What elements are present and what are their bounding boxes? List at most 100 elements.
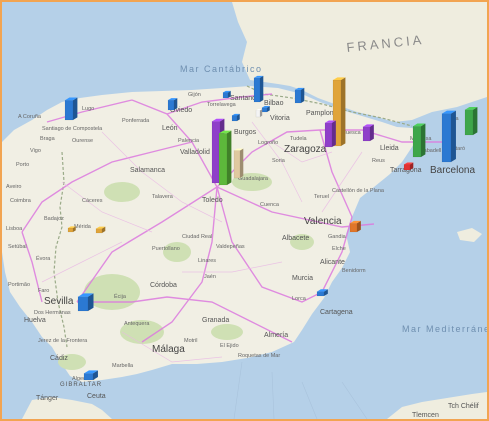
city-label: Reus: [372, 158, 385, 164]
city-label: Albacete: [282, 235, 309, 242]
city-label: Huelva: [24, 317, 46, 324]
city-label: Lisboa: [6, 226, 23, 232]
city-label: Gandia: [328, 234, 347, 240]
column-front: [441, 113, 452, 163]
column-front: [261, 107, 268, 113]
city-label: Cuenca: [260, 202, 280, 208]
city-label: Valdepeñas: [216, 244, 245, 250]
city-label: Logroño: [258, 140, 278, 146]
city-label: El Ejido: [220, 343, 239, 349]
city-label: Aveiro: [6, 184, 22, 190]
column-front: [324, 122, 333, 148]
map-canvas[interactable]: FRANCIA Mar Cantábrico Mar Mediterráneo …: [2, 2, 487, 419]
city-label: Marbella: [112, 363, 134, 369]
data-column[interactable]: [222, 90, 231, 99]
city-label: Motril: [184, 338, 197, 344]
column-front: [77, 296, 89, 312]
data-column[interactable]: [294, 87, 305, 104]
column-side: [451, 110, 456, 162]
column-front: [349, 222, 358, 233]
column-side: [227, 130, 232, 185]
city-label: Tudela: [290, 136, 308, 142]
city-label: Lorca: [292, 296, 307, 302]
city-label: Granada: [202, 317, 229, 324]
column-front: [222, 92, 229, 99]
column-side: [174, 98, 178, 110]
column-front: [362, 126, 371, 142]
city-label: Linares: [198, 258, 216, 264]
city-label: Málaga: [152, 344, 185, 355]
city-label: Burgos: [234, 129, 257, 136]
data-column[interactable]: [464, 107, 478, 136]
city-label: Talavera: [152, 194, 174, 200]
column-front: [294, 89, 302, 104]
data-column[interactable]: [77, 293, 94, 312]
city-label: Faro: [38, 288, 49, 294]
gibraltar-label: GIBRALTAR: [60, 382, 102, 388]
city-label: Tch Chélif: [448, 403, 479, 410]
city-label: Palencia: [178, 138, 200, 144]
city-label: Sevilla: [44, 296, 74, 307]
column-front: [255, 110, 261, 118]
city-label: Toledo: [202, 197, 223, 204]
column-front: [253, 77, 261, 103]
data-column[interactable]: [349, 220, 361, 233]
data-column[interactable]: [253, 75, 264, 103]
data-column[interactable]: [233, 148, 244, 179]
city-label: Murcia: [292, 275, 313, 282]
column-side: [332, 120, 336, 147]
city-label: Zaragoza: [284, 144, 327, 155]
column-front: [464, 109, 474, 136]
city-label: Tánger: [36, 395, 59, 402]
column-side: [421, 123, 426, 157]
map-view[interactable]: FRANCIA Mar Cantábrico Mar Mediterráneo …: [0, 0, 489, 421]
data-column[interactable]: [324, 120, 336, 148]
data-column[interactable]: [218, 130, 232, 186]
city-label: Antequera: [124, 321, 150, 327]
data-column[interactable]: [255, 109, 263, 118]
city-label: Salamanca: [130, 167, 165, 174]
city-label: Coimbra: [10, 198, 32, 204]
city-label: Cádiz: [50, 355, 68, 362]
city-label: Roquetas de Mar: [238, 353, 280, 359]
column-side: [260, 109, 263, 117]
city-label: Braga: [40, 136, 56, 142]
data-column[interactable]: [231, 113, 240, 122]
column-front: [412, 125, 422, 158]
city-label: Castellón de la Plana: [332, 188, 385, 194]
column-side: [240, 148, 244, 178]
city-label: Dos Hermanas: [34, 310, 71, 316]
data-column[interactable]: [167, 98, 178, 111]
column-front: [231, 115, 238, 122]
column-front: [67, 227, 74, 233]
city-label: Torrelavega: [207, 102, 237, 108]
city-label: Alicante: [320, 259, 345, 266]
column-side: [370, 124, 374, 141]
city-label: Ponferrada: [122, 118, 150, 124]
city-label: Benidorm: [342, 268, 366, 274]
column-side: [341, 77, 346, 146]
city-label: Guadalajara: [238, 176, 269, 182]
city-label: Valencia: [304, 216, 342, 227]
data-column[interactable]: [412, 123, 426, 158]
column-front: [316, 291, 325, 297]
city-label: Cáceres: [82, 198, 103, 204]
column-front: [218, 133, 228, 186]
city-label: Jaén: [204, 274, 216, 280]
city-label: Badajoz: [44, 216, 64, 222]
column-front: [95, 228, 103, 234]
city-label: Tlemcen: [412, 412, 439, 419]
city-label: Mérida: [74, 224, 92, 230]
city-label: Puertollano: [152, 246, 180, 252]
city-label: Porto: [16, 162, 29, 168]
city-label: Portimão: [8, 282, 30, 288]
city-label: Ciudad Real: [182, 234, 212, 240]
city-label: Évora: [36, 255, 51, 262]
city-label: Córdoba: [150, 282, 177, 289]
data-column[interactable]: [362, 124, 374, 142]
data-column[interactable]: [64, 97, 78, 121]
city-label: León: [162, 125, 178, 132]
sea-label-mediterraneo: Mar Mediterráneo: [402, 324, 487, 334]
data-column[interactable]: [441, 110, 456, 163]
column-front: [233, 150, 241, 179]
